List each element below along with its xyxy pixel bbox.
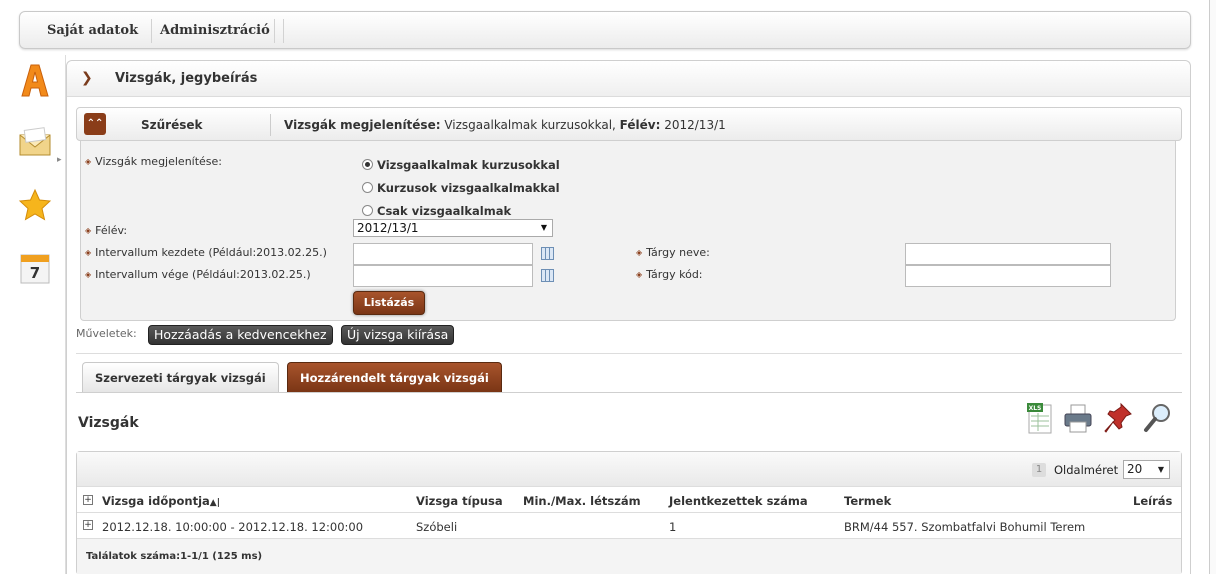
envelope-icon[interactable] [18, 125, 52, 159]
main-panel: ❯ Vizsgák, jegybeírás ⌃⌃ Szűrések Vizsgá… [66, 60, 1191, 574]
print-icon[interactable] [1062, 401, 1094, 435]
star-icon[interactable] [18, 188, 52, 222]
header-row-divider [77, 512, 1181, 513]
radio-exams-with-courses-label: Vizsgaalkalmak kurzusokkal [377, 158, 560, 172]
semester-select[interactable]: 2012/13/1 ▼ [353, 219, 553, 237]
page-title: Vizsgák, jegybeírás [115, 71, 258, 86]
column-exam-time-label: Vizsga időpontja [102, 494, 210, 508]
list-button[interactable]: Listázás [353, 291, 425, 315]
divider [76, 353, 1182, 354]
filter-header[interactable]: ⌃⌃ Szűrések Vizsgák megjelenítése: Vizsg… [76, 107, 1182, 141]
letter-a-icon[interactable] [18, 63, 52, 97]
tab-assigned-subject-exams[interactable]: Hozzárendelt tárgyak vizsgái [287, 362, 502, 392]
results-count: Találatok száma:1-1/1 (125 ms) [86, 551, 263, 562]
radio-unselected-icon[interactable] [362, 205, 373, 216]
column-description[interactable]: Leírás [1133, 494, 1172, 508]
summary-value-display: Vizsgaalkalmak kurzusokkal, [440, 118, 620, 132]
semester-select-value: 2012/13/1 [357, 221, 419, 235]
filter-header-divider [270, 114, 271, 136]
column-min-max-capacity[interactable]: Min./Max. létszám [523, 494, 641, 508]
table-footer: Találatok száma:1-1/1 (125 ms) [77, 538, 1181, 574]
interval-end-label: Intervallum vége (Például:2013.02.25.) [85, 268, 310, 281]
page-size-select[interactable]: 20 ▼ [1123, 460, 1170, 479]
search-icon[interactable] [1142, 401, 1174, 435]
page: Saját adatok Adminisztráció ▸ 7 ❯ Vizsgá… [0, 0, 1216, 574]
display-mode-label: Vizsgák megjelenítése: [85, 155, 222, 168]
summary-value-semester: 2012/13/1 [660, 118, 726, 132]
column-rooms[interactable]: Termek [844, 494, 891, 508]
tab-organizational-subject-exams[interactable]: Szervezeti tárgyak vizsgái [82, 362, 279, 392]
sidebar-expand-icon[interactable]: ▸ [57, 155, 62, 165]
interval-start-label: Intervallum kezdete (Például:2013.02.25.… [85, 246, 327, 259]
column-exam-time[interactable]: Vizsga időpontja▲| [102, 494, 220, 508]
cell-registered-count: 1 [669, 520, 677, 534]
add-to-favorites-button[interactable]: Hozzáadás a kedvencekhez [148, 325, 333, 345]
sort-ascending-icon[interactable]: ▲| [210, 498, 220, 508]
radio-unselected-icon[interactable] [362, 182, 373, 193]
radio-courses-with-exams-label: Kurzusok vizsgaalkalmakkal [377, 181, 560, 195]
main-title-bar: ❯ Vizsgák, jegybeírás [67, 61, 1190, 97]
filter-body: Vizsgák megjelenítése: Vizsgaalkalmak ku… [80, 141, 1176, 321]
page-size-value: 20 [1127, 462, 1143, 476]
summary-key-display: Vizsgák megjelenítése: [284, 118, 441, 132]
exams-table: 1 Oldalméret 20 ▼ + Vizsga időpontja▲| Vi… [76, 451, 1182, 574]
operations-label: Műveletek: [76, 327, 137, 340]
cell-room: BRM/44 557. Szombatfalvi Bohumil Terem [844, 520, 1086, 534]
menu-item-own-data[interactable]: Saját adatok [34, 19, 153, 43]
subject-name-label: Tárgy neve: [636, 246, 710, 259]
cell-exam-type: Szóbeli [416, 520, 458, 534]
menu-separator [274, 19, 275, 43]
left-sidebar: ▸ 7 [0, 55, 66, 574]
pin-icon[interactable] [1102, 401, 1134, 435]
chevron-down-icon: ▼ [1157, 465, 1164, 474]
column-registered-count[interactable]: Jelentkezettek száma [669, 494, 808, 508]
calendar-picker-icon[interactable] [541, 247, 554, 260]
window-right-edge [1209, 0, 1216, 574]
excel-export-icon[interactable]: XLS [1024, 401, 1056, 435]
page-size-label: Oldalméret [1054, 463, 1119, 477]
subject-name-input[interactable] [905, 243, 1111, 265]
radio-courses-with-exams[interactable]: Kurzusok vizsgaalkalmakkal [362, 181, 560, 195]
column-exam-type[interactable]: Vizsga típusa [416, 494, 503, 508]
semester-label: Félév: [85, 224, 127, 237]
table-toolbar: 1 Oldalméret 20 ▼ [77, 452, 1181, 487]
radio-exams-only-label: Csak vizsgaalkalmak [377, 204, 512, 218]
collapse-up-icon[interactable]: ⌃⌃ [84, 113, 106, 135]
cell-exam-time: 2012.12.18. 10:00:00 - 2012.12.18. 12:00… [102, 520, 364, 534]
subject-code-input[interactable] [905, 265, 1111, 287]
calendar-picker-icon[interactable] [541, 269, 554, 282]
summary-key-semester: Félév: [619, 118, 661, 132]
expand-all-icon[interactable]: + [83, 495, 93, 505]
radio-exams-only[interactable]: Csak vizsgaalkalmak [362, 204, 511, 218]
filter-header-label: Szűrések [141, 118, 203, 132]
expand-row-icon[interactable]: + [83, 520, 93, 530]
top-menu: Saját adatok Adminisztráció [19, 11, 1191, 49]
filter-summary: Vizsgák megjelenítése: Vizsgaalkalmak ku… [284, 118, 726, 132]
exams-section-title: Vizsgák [78, 415, 139, 431]
chevron-down-icon: ▼ [540, 223, 547, 232]
calendar-icon[interactable]: 7 [18, 251, 52, 285]
interval-start-input[interactable] [353, 243, 533, 265]
calendar-day: 7 [30, 264, 40, 282]
radio-exams-with-courses[interactable]: Vizsgaalkalmak kurzusokkal [362, 158, 560, 172]
svg-text:XLS: XLS [1029, 405, 1042, 412]
page-number[interactable]: 1 [1032, 463, 1046, 477]
menu-item-administration[interactable]: Adminisztráció [147, 19, 284, 43]
new-exam-button[interactable]: Új vizsga kiírása [341, 325, 455, 345]
interval-end-input[interactable] [353, 265, 533, 287]
chevron-right-icon: ❯ [81, 70, 93, 86]
radio-selected-icon[interactable] [362, 159, 373, 170]
tab-underline [76, 392, 1182, 393]
subject-code-label: Tárgy kód: [636, 268, 702, 281]
